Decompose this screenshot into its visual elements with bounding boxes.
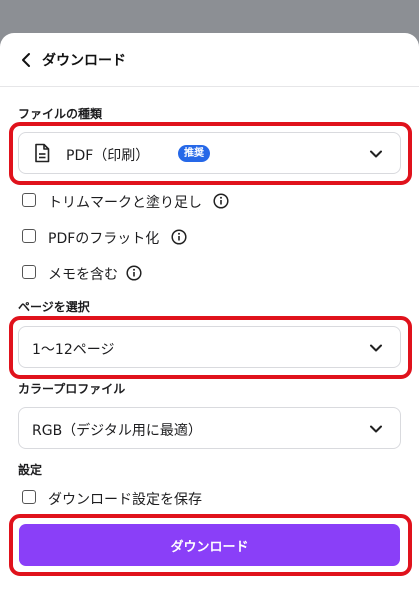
option-label: メモを含む bbox=[48, 267, 118, 283]
option-label: トリムマークと塗り足し bbox=[48, 195, 202, 211]
info-icon[interactable] bbox=[126, 265, 142, 281]
file-type-label: ファイルの種類 bbox=[18, 107, 103, 121]
pages-label: ページを選択 bbox=[18, 300, 90, 314]
download-panel: ダウンロード ファイルの種類 PDF（印刷） 推奨 トリムマークと塗り足し PD… bbox=[0, 33, 419, 600]
color-profile-value: RGB（デジタル用に最適） bbox=[32, 423, 202, 439]
option-label: ダウンロード設定を保存 bbox=[48, 492, 202, 508]
info-icon[interactable] bbox=[171, 229, 187, 245]
panel-header: ダウンロード bbox=[0, 33, 419, 87]
pages-value: 1〜12ページ bbox=[32, 342, 115, 358]
save-settings-checkbox[interactable] bbox=[22, 490, 36, 504]
settings-label: 設定 bbox=[18, 463, 43, 477]
color-profile-label: カラープロファイル bbox=[18, 382, 126, 396]
chevron-left-icon[interactable] bbox=[16, 49, 38, 71]
option-trim-marks[interactable]: トリムマークと塗り足し bbox=[22, 191, 282, 211]
color-profile-dropdown[interactable]: RGB（デジタル用に最適） bbox=[18, 407, 401, 449]
recommended-badge: 推奨 bbox=[178, 145, 210, 162]
file-type-dropdown[interactable]: PDF（印刷） 推奨 bbox=[18, 132, 401, 174]
chevron-down-icon bbox=[370, 344, 382, 352]
option-include-notes[interactable]: メモを含む bbox=[22, 263, 182, 283]
pdf-flatten-checkbox[interactable] bbox=[22, 229, 36, 243]
include-notes-checkbox[interactable] bbox=[22, 265, 36, 279]
option-save-settings[interactable]: ダウンロード設定を保存 bbox=[22, 488, 262, 508]
chevron-down-icon bbox=[370, 150, 382, 158]
info-icon[interactable] bbox=[213, 193, 229, 209]
option-pdf-flatten[interactable]: PDFのフラット化 bbox=[22, 227, 222, 247]
page-title: ダウンロード bbox=[42, 53, 126, 69]
document-icon bbox=[35, 143, 50, 163]
download-button[interactable]: ダウンロード bbox=[19, 524, 400, 566]
chevron-down-icon bbox=[370, 425, 382, 433]
trim-marks-checkbox[interactable] bbox=[22, 193, 36, 207]
option-label: PDFのフラット化 bbox=[48, 231, 160, 247]
pages-dropdown[interactable]: 1〜12ページ bbox=[18, 326, 401, 368]
file-type-value: PDF（印刷） bbox=[66, 148, 150, 164]
